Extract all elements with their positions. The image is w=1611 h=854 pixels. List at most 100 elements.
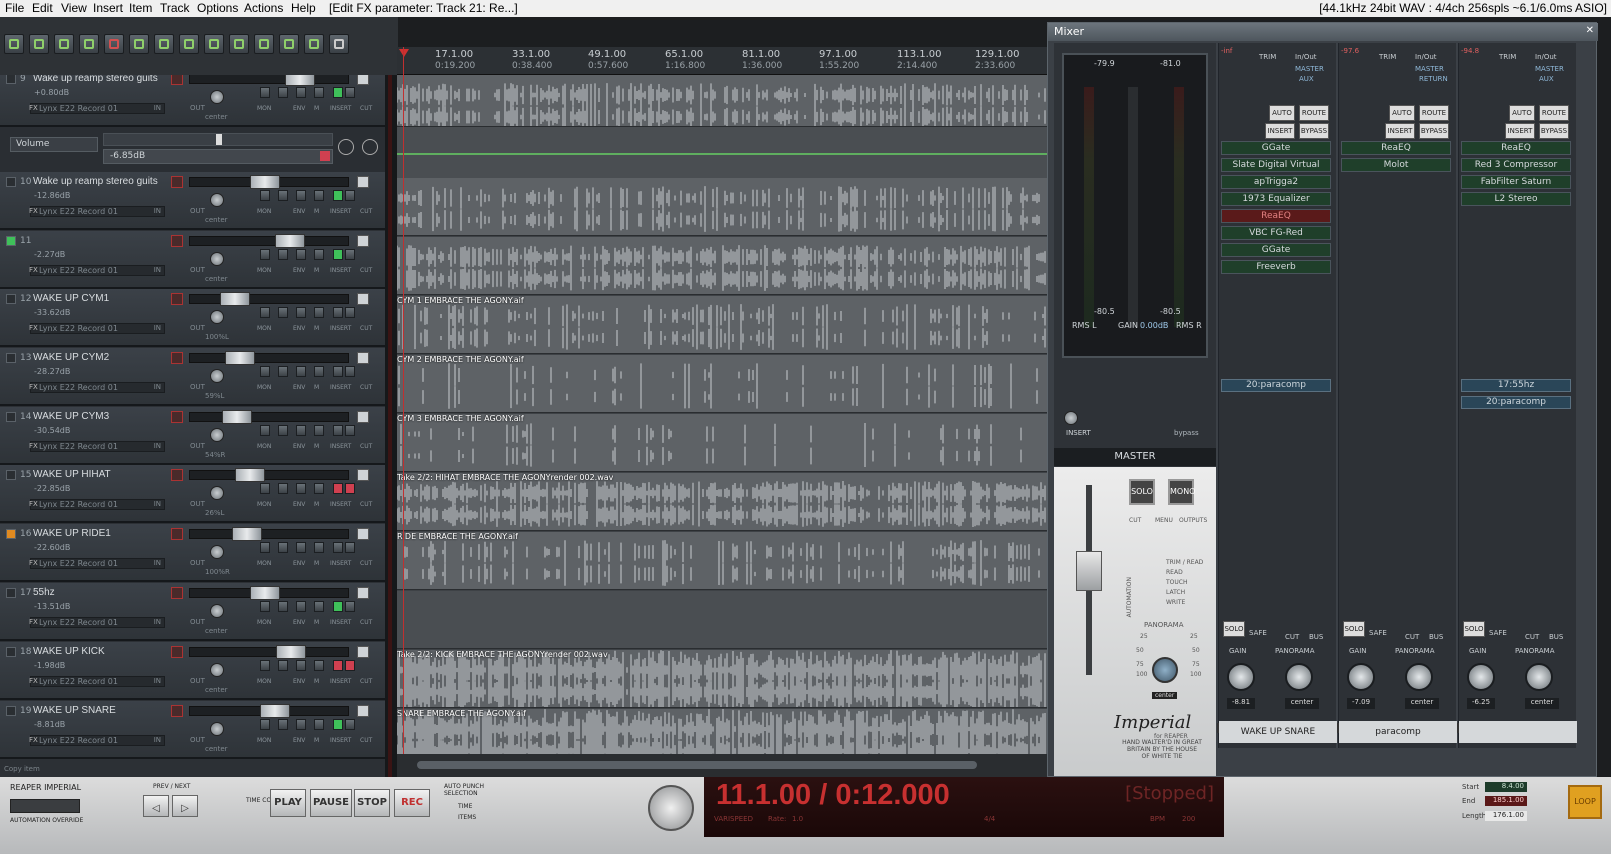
mute-button[interactable] bbox=[314, 366, 324, 377]
track-lane[interactable]: CYM 3 EMBRACE THE AGONY.aif bbox=[397, 414, 1047, 472]
fx-chain-button[interactable]: FX Lynx E22 Record 01 IN bbox=[29, 382, 165, 393]
volume-fader[interactable] bbox=[189, 234, 349, 248]
fx-chain-button[interactable]: FX Lynx E22 Record 01 IN bbox=[29, 617, 165, 628]
envelope-lane[interactable] bbox=[397, 127, 1047, 178]
record-button[interactable]: REC bbox=[394, 789, 430, 817]
phase-invert-button[interactable] bbox=[278, 660, 288, 671]
pan-knob[interactable] bbox=[210, 604, 224, 618]
play-button[interactable]: PLAY bbox=[270, 789, 306, 817]
volume-fader-knob[interactable] bbox=[222, 410, 252, 424]
send-slot[interactable]: 20:paracomp bbox=[1461, 396, 1571, 409]
route-button[interactable]: ROUTE bbox=[1299, 105, 1329, 121]
fx-slot[interactable]: L2 Stereo bbox=[1461, 192, 1571, 206]
track-name[interactable]: WAKE UP RIDE1 bbox=[33, 528, 111, 539]
volume-fader-knob[interactable] bbox=[250, 586, 280, 600]
jog-wheel[interactable] bbox=[648, 785, 694, 831]
phase-button[interactable] bbox=[357, 235, 369, 247]
cut-button[interactable] bbox=[345, 542, 355, 553]
menu-edit[interactable]: Edit bbox=[32, 1, 53, 15]
mute-button[interactable] bbox=[314, 190, 324, 201]
tcp-divider[interactable] bbox=[385, 75, 397, 777]
track-name[interactable]: Wake up reamp stereo guits bbox=[33, 75, 158, 84]
auto-button[interactable]: AUTO bbox=[1389, 105, 1415, 121]
record-arm-button[interactable] bbox=[171, 176, 183, 188]
audio-device-info[interactable]: [44.1kHz 24bit WAV : 4/4ch 256spls ~6.1/… bbox=[1319, 1, 1607, 15]
selection-length[interactable]: 176.1.00 bbox=[1485, 811, 1527, 821]
item-title[interactable]: Take 2/2: HIHAT EMBRACE THE AGONYrender … bbox=[397, 473, 613, 482]
track-lane[interactable]: Take 2/2: KICK EMBRACE THE AGONYrender 0… bbox=[397, 650, 1047, 708]
auto-mode-write[interactable]: WRITE bbox=[1166, 599, 1185, 606]
menu-view[interactable]: View bbox=[61, 1, 87, 15]
cut-button[interactable] bbox=[345, 190, 355, 201]
folder-button[interactable] bbox=[6, 294, 16, 304]
auto-button[interactable]: AUTO bbox=[1269, 105, 1295, 121]
fx-slot[interactable]: GGate bbox=[1221, 141, 1331, 155]
cut-button[interactable] bbox=[345, 366, 355, 377]
auto-mode-trim[interactable]: TRIM / READ bbox=[1166, 559, 1203, 566]
env-button[interactable] bbox=[296, 483, 306, 494]
info-icon[interactable] bbox=[338, 139, 354, 155]
master-solo-button[interactable]: SOLO bbox=[1129, 479, 1155, 505]
bypass-button[interactable]: BYPASS bbox=[1299, 123, 1329, 139]
auto-mode-touch[interactable]: TOUCH bbox=[1166, 579, 1187, 586]
cut-button[interactable] bbox=[345, 483, 355, 494]
track-header[interactable]: 16 WAKE UP RIDE1 -22.60dB FX Lynx E22 Record… bbox=[0, 524, 385, 582]
insert-button[interactable] bbox=[333, 190, 343, 201]
prev-button[interactable]: ◁ bbox=[143, 795, 169, 817]
time-display[interactable]: 11.1.00 / 0:12.000 [Stopped] VARISPEED R… bbox=[704, 777, 1224, 837]
auto-mode-read[interactable]: READ bbox=[1166, 569, 1183, 576]
bypass-button[interactable]: BYPASS bbox=[1539, 123, 1569, 139]
mute-button[interactable] bbox=[314, 425, 324, 436]
mute-button[interactable] bbox=[314, 307, 324, 318]
track-header[interactable]: 12 WAKE UP CYM1 -33.62dB FX Lynx E22 Record … bbox=[0, 289, 385, 347]
record-arm-button[interactable] bbox=[171, 235, 183, 247]
fx-slot[interactable]: 1973 Equalizer bbox=[1221, 192, 1331, 206]
mute-button[interactable] bbox=[314, 601, 324, 612]
cut-button[interactable] bbox=[345, 425, 355, 436]
metronome-icon[interactable] bbox=[154, 34, 174, 54]
send-slot[interactable]: 20:paracomp bbox=[1221, 379, 1331, 392]
pan-knob[interactable] bbox=[210, 193, 224, 207]
playhead-marker[interactable] bbox=[399, 49, 409, 57]
phase-button[interactable] bbox=[357, 587, 369, 599]
mute-button[interactable] bbox=[314, 542, 324, 553]
mon-button[interactable] bbox=[260, 425, 270, 436]
insert-button[interactable] bbox=[333, 307, 343, 318]
mon-button[interactable] bbox=[260, 366, 270, 377]
gain-knob[interactable] bbox=[1347, 663, 1375, 691]
bypass-button[interactable]: BYPASS bbox=[1419, 123, 1449, 139]
gain-knob[interactable] bbox=[1467, 663, 1495, 691]
insert-button[interactable] bbox=[333, 366, 343, 377]
stop-button[interactable]: STOP bbox=[354, 789, 390, 817]
fx-chain-button[interactable]: FX Lynx E22 Record 01 IN bbox=[29, 265, 165, 276]
phase-invert-button[interactable] bbox=[278, 425, 288, 436]
track-name[interactable]: 55hz bbox=[33, 587, 55, 598]
mon-button[interactable] bbox=[260, 660, 270, 671]
auto-button[interactable]: AUTO bbox=[1509, 105, 1535, 121]
strip-name[interactable] bbox=[1459, 721, 1577, 743]
time-signature[interactable]: 4/4 bbox=[984, 815, 995, 823]
pause-button[interactable]: PAUSE bbox=[310, 789, 352, 817]
selection-end[interactable]: 185.1.00 bbox=[1485, 796, 1527, 806]
fx-slot[interactable]: Slate Digital Virtual bbox=[1221, 158, 1331, 172]
cut-button[interactable] bbox=[345, 660, 355, 671]
fx-slot[interactable]: VBC FG-Red bbox=[1221, 226, 1331, 240]
env-button[interactable] bbox=[296, 601, 306, 612]
volume-fader[interactable] bbox=[189, 586, 349, 600]
phase-invert-button[interactable] bbox=[278, 366, 288, 377]
fx-chain-button[interactable]: FX Lynx E22 Record 01 IN bbox=[29, 206, 165, 217]
close-icon[interactable]: ✕ bbox=[1586, 25, 1594, 36]
pan-knob[interactable] bbox=[210, 252, 224, 266]
timeline-ruler[interactable]: 17.1.00 0:19.200 33.1.00 0:38.400 49.1.00 0:5… bbox=[397, 47, 1047, 75]
volume-fader[interactable] bbox=[189, 645, 349, 659]
env-button[interactable] bbox=[296, 307, 306, 318]
record-arm-button[interactable] bbox=[171, 528, 183, 540]
track-name[interactable]: WAKE UP CYM2 bbox=[33, 352, 109, 363]
track-header[interactable]: 10 Wake up reamp stereo guits -12.86dB FX Ly… bbox=[0, 172, 385, 230]
volume-fader-knob[interactable] bbox=[260, 704, 290, 718]
cut-button[interactable] bbox=[345, 601, 355, 612]
rate-value[interactable]: 1.0 bbox=[792, 815, 803, 823]
volume-fader[interactable] bbox=[189, 175, 349, 189]
phase-invert-button[interactable] bbox=[278, 249, 288, 260]
lock-icon[interactable] bbox=[329, 34, 349, 54]
